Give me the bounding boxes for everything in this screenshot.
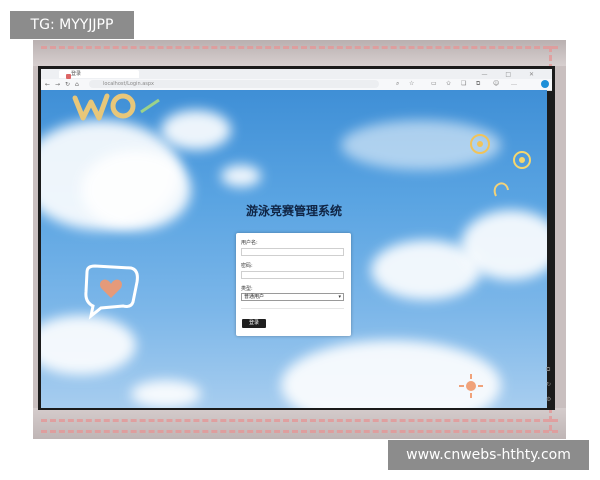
frame-bottom-band	[33, 408, 566, 439]
wo-text-sticker	[72, 93, 160, 121]
username-input[interactable]	[241, 248, 344, 256]
dashed-border-bottom-2	[41, 430, 558, 433]
forward-icon[interactable]: →	[55, 81, 60, 88]
reader-icon[interactable]: ▭	[431, 80, 437, 88]
heart-bubble-sticker	[84, 264, 139, 320]
back-icon[interactable]: ←	[45, 81, 50, 88]
user-type-value: 普通用户	[244, 294, 265, 300]
browser-tab[interactable]: 登录	[59, 70, 139, 79]
frame-top-band	[33, 40, 566, 66]
extensions-icon[interactable]: ⧉	[476, 80, 480, 88]
username-label: 用户名:	[241, 240, 258, 246]
form-divider	[241, 308, 344, 309]
home-icon[interactable]: ⌂	[75, 81, 79, 88]
browser-tab-strip: 登录 — □ ✕	[41, 69, 552, 79]
flower-sticker	[470, 134, 531, 197]
page-viewport: 游泳竞赛管理系统 用户名: 密码: 类型: 普通用户 ▾ 登录	[41, 90, 547, 408]
password-input[interactable]	[241, 271, 344, 279]
more-icon[interactable]: …	[511, 80, 517, 88]
window-controls[interactable]: — □ ✕	[481, 71, 542, 78]
tab-title: 登录	[71, 71, 82, 77]
side-refresh-icon[interactable]: ↻	[546, 381, 551, 388]
refresh-icon[interactable]: ↻	[65, 81, 70, 88]
search-icon[interactable]: ⌕	[396, 80, 399, 88]
password-label: 密码:	[241, 263, 253, 269]
profile-icon[interactable]: ☺	[493, 80, 499, 88]
dashed-border-top	[41, 46, 558, 49]
photo-frame: 登录 — □ ✕ ← → ↻ ⌂ localhost/Login.aspx ⌕ …	[33, 40, 566, 439]
minimize-icon[interactable]: —	[481, 71, 495, 78]
monitor-screen: 登录 — □ ✕ ← → ↻ ⌂ localhost/Login.aspx ⌕ …	[38, 66, 555, 410]
type-label: 类型:	[241, 286, 253, 292]
maximize-icon[interactable]: □	[505, 71, 519, 78]
login-form: 用户名: 密码: 类型: 普通用户 ▾ 登录	[236, 233, 351, 336]
sun-doodle-icon	[459, 374, 483, 398]
favorites-icon[interactable]: ✩	[446, 80, 451, 88]
side-panel-icon[interactable]: ⧉	[546, 366, 550, 374]
user-type-select[interactable]: 普通用户 ▾	[241, 293, 344, 301]
url-input[interactable]: localhost/Login.aspx	[89, 80, 379, 88]
chevron-down-icon: ▾	[338, 294, 341, 300]
cloud-bottom-small	[131, 380, 201, 408]
side-settings-icon[interactable]: ⚙	[546, 396, 551, 403]
dashed-border-bottom	[41, 419, 558, 422]
cloud-left-bottom	[41, 315, 136, 375]
star-icon[interactable]: ☆	[409, 80, 414, 88]
edge-browser-icon[interactable]	[541, 80, 549, 88]
cloud-center-small	[221, 165, 261, 187]
tg-badge: TG: MYYJJPP	[10, 11, 134, 39]
close-icon[interactable]: ✕	[529, 71, 542, 78]
login-button[interactable]: 登录	[242, 319, 266, 328]
watermark-box: www.cnwebs-hthty.com	[388, 440, 589, 470]
collections-icon[interactable]: ❏	[461, 80, 466, 88]
